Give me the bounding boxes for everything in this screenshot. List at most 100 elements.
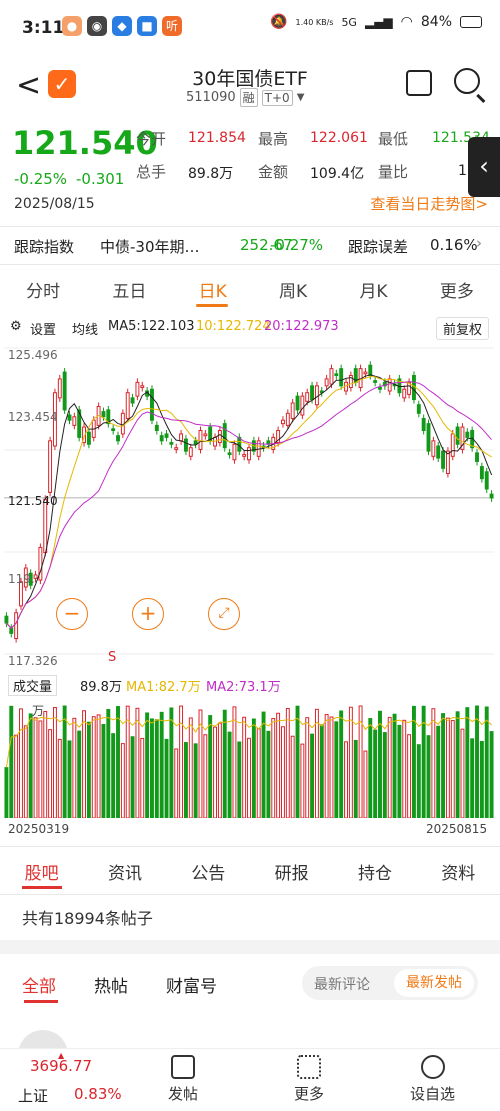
tab-more[interactable]: 更多 [440,277,474,302]
vma1-value: MA1:82.7万 [126,680,201,695]
feed-tab-all[interactable]: 全部 [22,972,56,997]
candle-body [14,612,19,640]
candle-body [62,371,67,411]
zoom-in-icon[interactable]: + [132,598,164,630]
low-label: 最低 [378,130,409,148]
settings-button[interactable]: 设置 [30,319,56,338]
tab-holdings[interactable]: 持仓 [358,859,392,884]
chevron-right-icon: › [476,234,482,252]
y-low-label: 117.326 [8,654,58,668]
volume-bar [329,716,334,819]
tab-5day[interactable]: 五日 [112,277,146,302]
search-icon[interactable] [454,68,480,94]
volume-bar [140,737,145,819]
y-high-label: 125.496 [8,348,58,362]
volume-bar [120,743,125,819]
tracking-index-row[interactable]: 跟踪指数 中债-30年期… 252.67 -0.27% 跟踪误差 0.16% › [0,230,500,262]
tab-intraday[interactable]: 分时 [26,277,60,302]
candle-body [72,416,77,426]
battery-icon [460,16,482,28]
status-bar: 3:11 ● ◉ ◆ ■ 听 🔕 1.40 KB/s 5G ▂▄▆ ◠ 84% [0,0,500,56]
ma10-value: 10:122.724 [196,319,271,334]
more-button[interactable]: 更多 [294,1055,324,1104]
volume-bar [276,712,281,819]
candle-body [130,397,135,404]
app-icon: ■ [137,16,157,36]
active-tab-indicator [196,304,228,307]
volume-value: 89.8万 [188,166,234,182]
candle-body [363,371,368,375]
candle-body [373,380,378,383]
feed-tab-fortune[interactable]: 财富号 [166,972,217,997]
candle-body [455,426,460,445]
candle-body [140,385,145,389]
volume-bar [237,741,242,819]
track-error-label: 跟踪误差 [348,238,409,256]
volume-bar [261,711,266,819]
zoom-out-icon[interactable]: − [56,598,88,630]
share-icon[interactable] [406,70,432,96]
candle-body [450,433,455,457]
volume-bar [426,735,431,819]
volume-bar [135,707,140,819]
candle-body [48,440,53,493]
tab-weekly-k[interactable]: 周K [279,277,307,302]
sort-latest-post[interactable]: 最新发帖 [394,969,474,997]
tab-news[interactable]: 资讯 [108,859,142,884]
tab-announcements[interactable]: 公告 [191,859,225,884]
fullscreen-icon[interactable]: ⤢ [208,598,240,630]
volume-bar [290,735,295,819]
volume-value: 89.8万 [80,680,122,695]
adjust-button[interactable]: 前复权 [436,317,490,340]
period-tabs: 分时 五日 日K 周K 月K 更多 [0,268,500,310]
side-expand-button[interactable]: ‹ [468,137,500,197]
feed-tab-indicator [24,1000,58,1003]
ma20-value: 20:122.973 [264,319,339,334]
volume-bar [479,740,484,819]
up-arrow-icon: ▲ [58,1051,65,1060]
kline-chart[interactable]: 125.496 123.454 121.540 119. 117.326 S −… [4,340,494,670]
volume-bar [43,711,48,819]
volume-chart[interactable]: 万 [4,696,494,819]
speed: 1.40 KB/s [295,17,334,27]
tab-monthly-k[interactable]: 月K [359,277,387,302]
sort-latest-comment[interactable]: 最新评论 [314,974,370,994]
candle-body [150,388,154,421]
feed-tab-hot[interactable]: 热帖 [94,972,128,997]
post-button[interactable]: 发帖 [168,1055,198,1104]
tab-reports[interactable]: 研报 [275,859,309,884]
content-tabs: 股吧 资讯 公告 研报 持仓 资料 [0,850,500,892]
volume-bar [130,736,135,819]
stock-code: 511090 [186,90,236,105]
add-watchlist-button[interactable]: 设自选 [410,1055,455,1104]
volume-bar [111,733,116,819]
clock: 3:11 [22,18,65,38]
volume-bar [159,711,164,819]
volume-bar [378,710,382,819]
candle-body [329,368,334,385]
gear-icon[interactable]: ⚙ [10,319,22,334]
ma5-value: MA5:122.103 [108,319,195,334]
amount-value: 109.4亿 [310,166,365,182]
candle-body [174,447,179,450]
volume-bar [145,712,150,819]
wechat-icon: ◉ [87,16,107,36]
volume-bar [106,709,111,819]
volume-bar [222,709,227,819]
volume-bar [348,706,353,819]
volume-legend-row: 成交量 89.8万 MA1:82.7万 MA2:73.1万 [0,672,500,696]
tab-profile[interactable]: 资料 [441,859,475,884]
candle-body [188,447,193,457]
candle-body [324,378,329,387]
active-subtab-indicator [22,886,62,889]
signal-bars-icon: ▂▄▆ [364,15,393,29]
volume-bar [416,744,421,819]
tab-daily-k[interactable]: 日K [199,277,227,302]
code-row[interactable]: 511090 融 T+0 ▼ [186,88,304,107]
tab-forum[interactable]: 股吧 [25,859,59,884]
volume-bar [217,722,222,819]
volume-label[interactable]: 成交量 [8,675,58,696]
candle-body [310,385,315,401]
y-small-label: 119. [8,572,35,586]
volume-bar [101,723,106,819]
